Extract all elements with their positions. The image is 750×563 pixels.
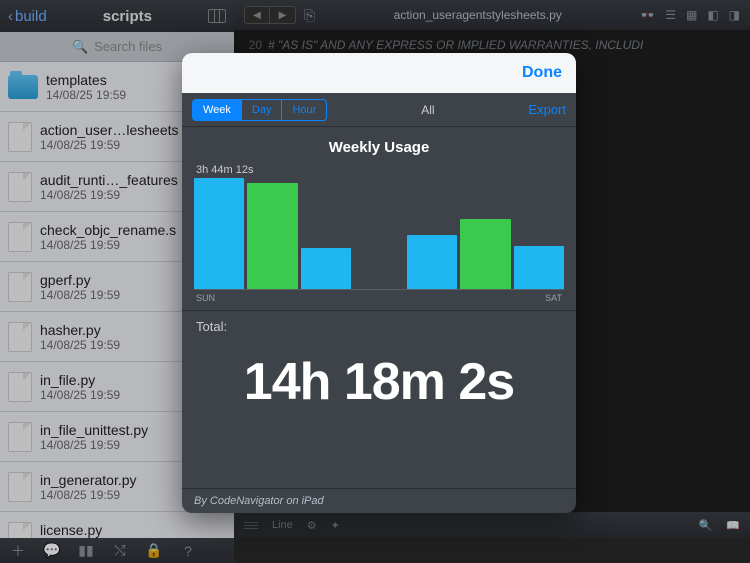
seg-hour[interactable]: Hour xyxy=(282,100,326,120)
chart-bar xyxy=(301,248,351,289)
modal-tabbar: Week Day Hour All Export xyxy=(182,93,576,127)
axis-end: SAT xyxy=(545,293,562,303)
seg-week[interactable]: Week xyxy=(193,100,242,120)
time-segment: Week Day Hour xyxy=(192,99,327,121)
total-value: 14h 18m 2s xyxy=(182,334,576,430)
modal-header: Done xyxy=(182,53,576,93)
export-button[interactable]: Export xyxy=(528,102,566,117)
done-button[interactable]: Done xyxy=(522,64,562,82)
chart-bar xyxy=(194,178,244,289)
chart-title: Weekly Usage xyxy=(182,127,576,164)
usage-modal: Done Week Day Hour All Export Weekly Usa… xyxy=(182,53,576,513)
filter-all[interactable]: All xyxy=(327,103,528,117)
chart-bar xyxy=(460,219,510,289)
total-label: Total: xyxy=(196,319,227,334)
seg-day[interactable]: Day xyxy=(242,100,283,120)
axis-start: SUN xyxy=(196,293,215,303)
modal-footer: By CodeNavigator on iPad xyxy=(182,488,576,513)
peak-label: 3h 44m 12s xyxy=(196,164,253,176)
usage-chart: 3h 44m 12s SUN SAT xyxy=(182,164,576,304)
chart-bar xyxy=(514,246,564,289)
chart-bar xyxy=(407,235,457,289)
chart-bar xyxy=(247,183,297,289)
